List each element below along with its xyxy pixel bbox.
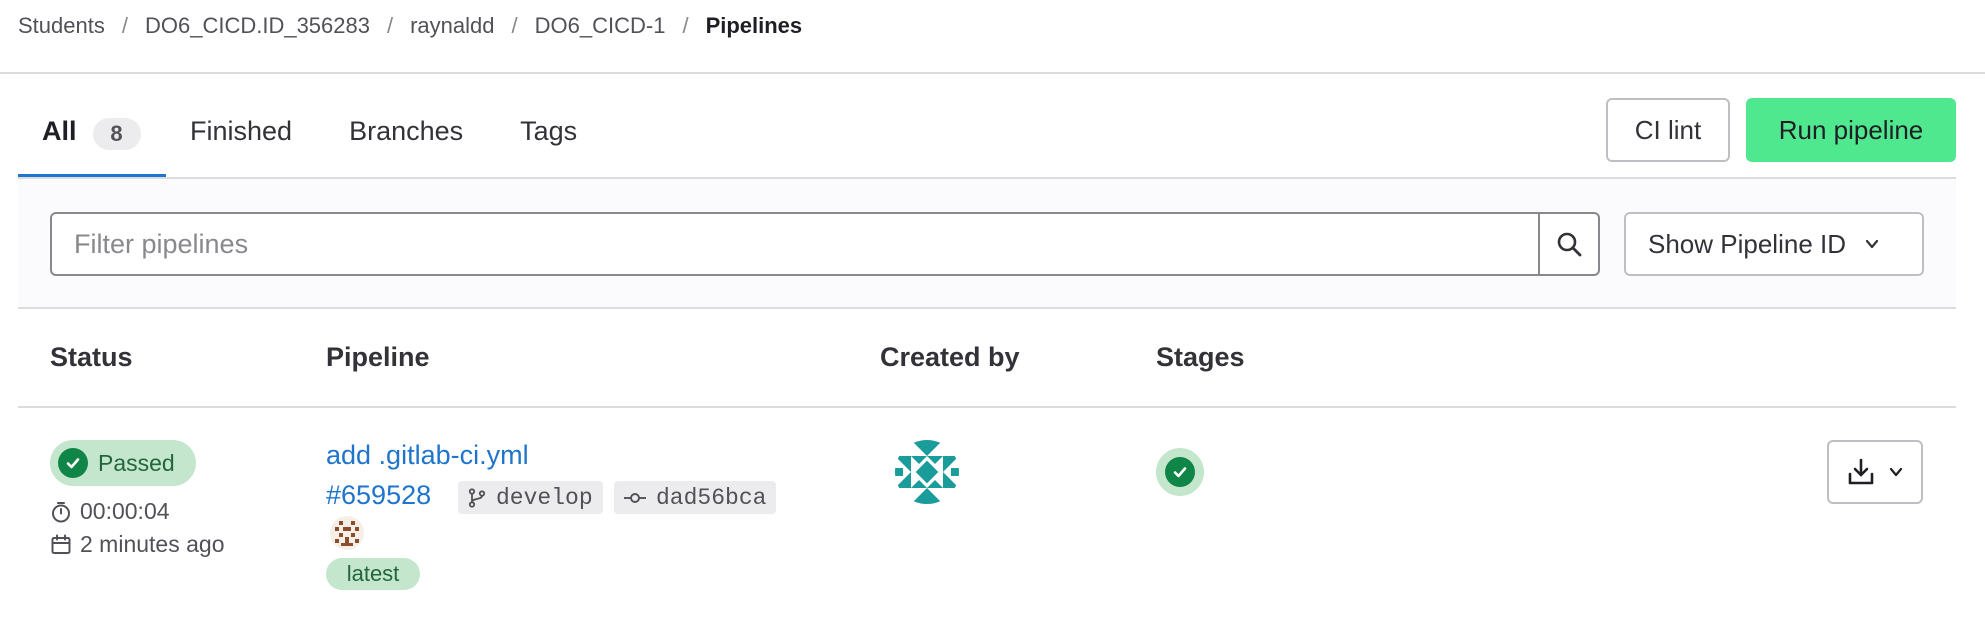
search-icon (1557, 232, 1582, 257)
download-icon (1848, 458, 1874, 485)
status-badge[interactable]: Passed (50, 440, 196, 486)
check-circle-icon (1165, 457, 1195, 487)
stage-status-passed-button[interactable] (1156, 448, 1204, 496)
column-header-pipeline: Pipeline (326, 342, 430, 372)
branch-icon (468, 487, 486, 508)
commit-title-link[interactable]: add .gitlab-ci.yml (326, 440, 529, 471)
tab-all-count-badge: 8 (92, 118, 141, 150)
run-pipeline-button[interactable]: Run pipeline (1746, 98, 1956, 162)
status-label: Passed (98, 449, 175, 476)
pipeline-id-link[interactable]: #659528 (326, 480, 431, 511)
breadcrumb-item-project[interactable]: DO6_CICD-1 (535, 13, 666, 39)
breadcrumb: Students / DO6_CICD.ID_356283 / raynaldd… (18, 12, 802, 40)
commit-icon (624, 492, 646, 503)
pipeline-tabs: All 8 Finished Branches Tags (18, 98, 577, 178)
tab-finished[interactable]: Finished (190, 98, 292, 178)
check-circle-icon (58, 448, 88, 478)
column-header-created-by: Created by (880, 342, 1020, 372)
commit-sha-value: dad56bca (656, 484, 767, 511)
commit-author-avatar[interactable] (330, 516, 364, 550)
show-pipeline-id-label: Show Pipeline ID (1648, 228, 1846, 259)
filter-pipelines-input[interactable] (52, 214, 1570, 274)
branch-ref[interactable]: develop (458, 481, 603, 514)
filter-bar: Show Pipeline ID (18, 179, 1956, 309)
finished-value: 2 minutes ago (80, 531, 225, 557)
breadcrumb-item-user[interactable]: raynaldd (410, 13, 494, 39)
column-header-status: Status (50, 342, 133, 372)
breadcrumb-item-students[interactable]: Students (18, 13, 105, 39)
breadcrumb-item-group[interactable]: DO6_CICD.ID_356283 (145, 13, 370, 39)
ci-lint-button[interactable]: CI lint (1606, 98, 1730, 162)
calendar-icon (51, 534, 71, 554)
download-artifacts-button[interactable] (1827, 440, 1923, 504)
breadcrumb-separator: / (386, 13, 394, 38)
header-divider (0, 72, 1985, 74)
search-button[interactable] (1538, 212, 1600, 276)
breadcrumb-separator: / (511, 13, 518, 38)
column-header-stages: Stages (1156, 342, 1245, 372)
latest-badge: latest (326, 558, 420, 590)
timer-icon (52, 501, 70, 522)
table-header-divider (18, 406, 1956, 408)
chevron-down-icon (1889, 467, 1903, 477)
breadcrumb-item-pipelines[interactable]: Pipelines (706, 13, 803, 39)
chevron-down-icon (1865, 239, 1879, 249)
duration-value: 00:00:04 (80, 498, 170, 524)
branch-name: develop (496, 484, 593, 511)
breadcrumb-separator: / (682, 13, 689, 38)
tab-all[interactable]: All 8 (18, 98, 166, 178)
tab-branches[interactable]: Branches (349, 98, 463, 178)
search-field (50, 212, 1572, 276)
tab-all-label: All (42, 116, 77, 146)
commit-sha[interactable]: dad56bca (614, 481, 777, 514)
tab-tags[interactable]: Tags (520, 98, 577, 178)
breadcrumb-separator: / (121, 13, 128, 38)
show-pipeline-id-dropdown[interactable]: Show Pipeline ID (1624, 212, 1924, 276)
finished-time: 2 minutes ago (50, 531, 224, 558)
avatar[interactable] (895, 440, 959, 504)
duration: 00:00:04 (50, 498, 170, 525)
